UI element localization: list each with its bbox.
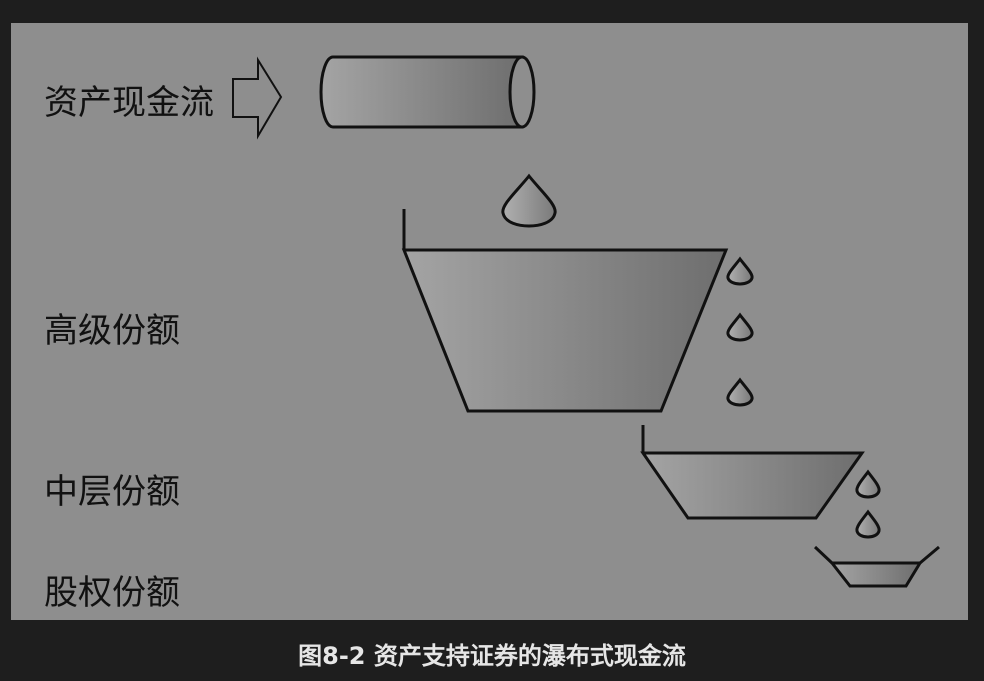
- cash-drop: [726, 377, 754, 407]
- mezzanine-tranche-label: 中层份额: [44, 472, 180, 512]
- right-arrow-icon: [232, 56, 283, 140]
- senior-tranche-label: 高级份额: [44, 311, 180, 351]
- cash-drop: [726, 256, 754, 286]
- mezzanine-tranche-bucket: [640, 425, 865, 520]
- cash-drop: [855, 509, 881, 539]
- cash-drop: [501, 173, 557, 228]
- cash-drop: [855, 469, 881, 499]
- waterfall-figure: 资产现金流 高级份额 中层份额 股权份额: [11, 23, 968, 620]
- asset-cash-flow-label: 资产现金流: [44, 83, 214, 123]
- equity-tranche-bucket: [813, 545, 940, 588]
- cash-drop: [726, 312, 754, 342]
- senior-tranche-bucket: [401, 209, 729, 413]
- figure-caption: 图8-2 资产支持证券的瀑布式现金流: [298, 642, 686, 670]
- cash-flow-pipe: [319, 55, 536, 129]
- equity-tranche-label: 股权份额: [44, 573, 180, 613]
